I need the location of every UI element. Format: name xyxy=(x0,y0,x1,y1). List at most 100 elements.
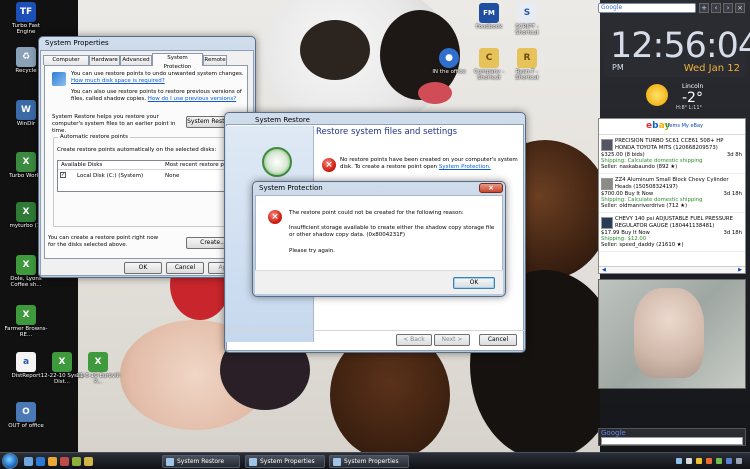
dialog-reason-text: The restore point could not be created f… xyxy=(289,210,464,216)
weather-hilo: H:8° L:11° xyxy=(676,105,703,111)
cancel-button[interactable]: Cancel xyxy=(166,262,204,274)
next-button[interactable]: Next > xyxy=(434,334,470,346)
globe-icon: ● xyxy=(439,48,459,68)
folder-shortcut-icon: R xyxy=(517,48,537,68)
system-protection-link[interactable]: System Protection. xyxy=(439,164,491,170)
taskbar-item-system-properties[interactable]: System Properties xyxy=(245,455,325,468)
quicklaunch-app-icon[interactable] xyxy=(72,457,81,466)
ebay-prev-button[interactable]: ◀ xyxy=(602,267,606,273)
dialog-try-again-text: Please try again. xyxy=(289,248,336,254)
tray-network-icon[interactable] xyxy=(676,458,682,464)
ebay-listing[interactable]: PRECISION TURBO SC61 CCE61 508+ HP HONDA… xyxy=(599,135,745,174)
excel-file-icon: X xyxy=(16,202,36,222)
sidebar-prev-button[interactable]: ‹ xyxy=(711,3,721,13)
tray-volume-icon[interactable] xyxy=(686,458,692,464)
sidebar-add-gadget-button[interactable]: + xyxy=(699,3,709,13)
outlook-quicklaunch-icon[interactable] xyxy=(48,457,57,466)
ebay-links[interactable]: Items My eBay xyxy=(666,123,703,129)
sidebar-close-button[interactable]: × xyxy=(735,3,745,13)
listing-title[interactable]: ZZ4 Aluminum Small Block Chevy Cylinder … xyxy=(615,177,743,190)
ebay-listing[interactable]: ZZ4 Aluminum Small Block Chevy Cylinder … xyxy=(599,174,745,213)
listing-seller: Seller: naskabaundo (892 ★) xyxy=(601,164,678,170)
tray-app-icon[interactable] xyxy=(706,458,712,464)
window-title: System Restore xyxy=(255,116,310,124)
system-restore-heading: Restore system files and settings xyxy=(316,127,458,137)
clock-ampm: PM xyxy=(612,63,624,72)
taskbar-item-system-properties-2[interactable]: System Properties xyxy=(329,455,409,468)
listing-thumbnail xyxy=(601,139,613,151)
ebay-next-button[interactable]: ▶ xyxy=(738,267,742,273)
clock-date: Wed Jan 12 xyxy=(683,63,740,74)
slideshow-photo xyxy=(634,288,704,378)
system-restore-task-icon xyxy=(166,458,174,466)
error-icon: × xyxy=(268,210,282,224)
weather-gadget[interactable]: Lincoln -2° H:8° L:11° xyxy=(604,80,746,112)
desktop-icon-script[interactable]: S SCRIPT - Shortcut xyxy=(505,3,549,37)
tab-system-protection[interactable]: System Protection xyxy=(152,53,203,70)
weather-city: Lincoln xyxy=(682,83,704,90)
internet-explorer-icon[interactable] xyxy=(36,457,45,466)
tab-hardware[interactable]: Hardware xyxy=(89,55,120,65)
google-logo: Google xyxy=(601,429,626,437)
sidebar-search-box[interactable]: Google xyxy=(598,3,696,13)
shield-icon xyxy=(52,72,66,86)
google-search-input[interactable] xyxy=(601,437,743,445)
tab-computer-name[interactable]: Computer Name xyxy=(43,55,89,72)
listing-thumbnail xyxy=(601,217,613,229)
column-available-disks[interactable]: Available Disks xyxy=(61,162,102,168)
tray-app-icon[interactable] xyxy=(736,458,742,464)
no-restore-points-message: No restore points have been created on y… xyxy=(340,157,518,170)
ebay-gadget: ebay Items My eBay PRECISION TURBO SC61 … xyxy=(598,118,746,274)
system-restore-description: System Restore helps you restore your co… xyxy=(52,114,176,134)
back-button[interactable]: < Back xyxy=(396,334,432,346)
listing-time-left: 3d 18h xyxy=(723,230,742,236)
recycle-bin-icon: ♻ xyxy=(16,47,36,67)
outlook-icon: O xyxy=(16,402,36,422)
ebay-footer: ◀ ▶ xyxy=(599,266,745,273)
desktop-icon-farmer-browns[interactable]: X Farmer Browns-RE... xyxy=(4,305,48,339)
excel-file-icon: X xyxy=(16,255,36,275)
slideshow-gadget[interactable] xyxy=(598,279,746,389)
quicklaunch-folder-icon[interactable] xyxy=(84,457,93,466)
desktop-icon-turbo-fast[interactable]: TF Turbo Fast Engine xyxy=(4,2,48,36)
listing-title[interactable]: PRECISION TURBO SC61 CCE61 508+ HP HONDA… xyxy=(615,138,743,151)
ebay-listing[interactable]: CHEVY 140 psi ADJUSTABLE FUEL PRESSURE R… xyxy=(599,213,745,252)
create-restore-text: You can create a restore point right now… xyxy=(48,235,159,248)
close-icon[interactable]: × xyxy=(479,183,503,193)
desktop-icon-eurovill[interactable]: X 11-6-10 Eurovill P... xyxy=(76,352,120,386)
taskbar-item-system-restore[interactable]: System Restore xyxy=(162,455,240,468)
system-properties-task-icon xyxy=(249,458,257,466)
disk-name: Local Disk (C:) (System) xyxy=(77,173,144,179)
clock-gadget[interactable]: 12:56:04 PM Wed Jan 12 xyxy=(604,25,750,77)
listing-time-left: 3d 18h xyxy=(723,191,742,197)
tray-app-icon[interactable] xyxy=(726,458,732,464)
desktop-icon-in-the-office[interactable]: ● IN the office xyxy=(427,48,471,75)
shortcut-file-icon: S xyxy=(517,3,537,23)
tab-remote[interactable]: Remote xyxy=(203,55,227,65)
folder-icon: W xyxy=(16,100,36,120)
desktop-icon-out-of-office[interactable]: O OUT of office xyxy=(4,402,48,429)
window-title: System Properties xyxy=(45,39,109,47)
tab-advanced[interactable]: Advanced xyxy=(120,55,152,65)
listing-title[interactable]: CHEVY 140 psi ADJUSTABLE FUEL PRESSURE R… xyxy=(615,216,743,229)
google-search-gadget: Google xyxy=(598,428,746,446)
foodbook-icon: FM xyxy=(479,3,499,23)
media-player-icon[interactable] xyxy=(60,457,69,466)
tray-app-icon[interactable] xyxy=(696,458,702,464)
ok-button[interactable]: OK xyxy=(124,262,162,274)
excel-file-icon: X xyxy=(52,352,72,372)
disk-checkbox[interactable]: ✓ xyxy=(60,172,66,178)
start-orb-icon[interactable] xyxy=(2,453,18,469)
disk-space-link[interactable]: How much disk space is required? xyxy=(71,78,165,84)
excel-file-icon: X xyxy=(88,352,108,372)
show-desktop-icon[interactable] xyxy=(24,457,33,466)
dialog-ok-button[interactable]: OK xyxy=(453,277,495,289)
previous-versions-link[interactable]: How do I use previous versions? xyxy=(148,96,236,102)
excel-file-icon: X xyxy=(16,152,36,172)
cancel-button[interactable]: Cancel xyxy=(479,334,517,346)
dialog-error-detail: Insufficient storage available to create… xyxy=(289,225,495,238)
tray-app-icon[interactable] xyxy=(716,458,722,464)
sidebar-next-button[interactable]: › xyxy=(723,3,733,13)
desktop-icon-ryan[interactable]: R Ryan-T - Shortcut xyxy=(505,48,549,82)
weather-temp: -2° xyxy=(682,90,703,106)
